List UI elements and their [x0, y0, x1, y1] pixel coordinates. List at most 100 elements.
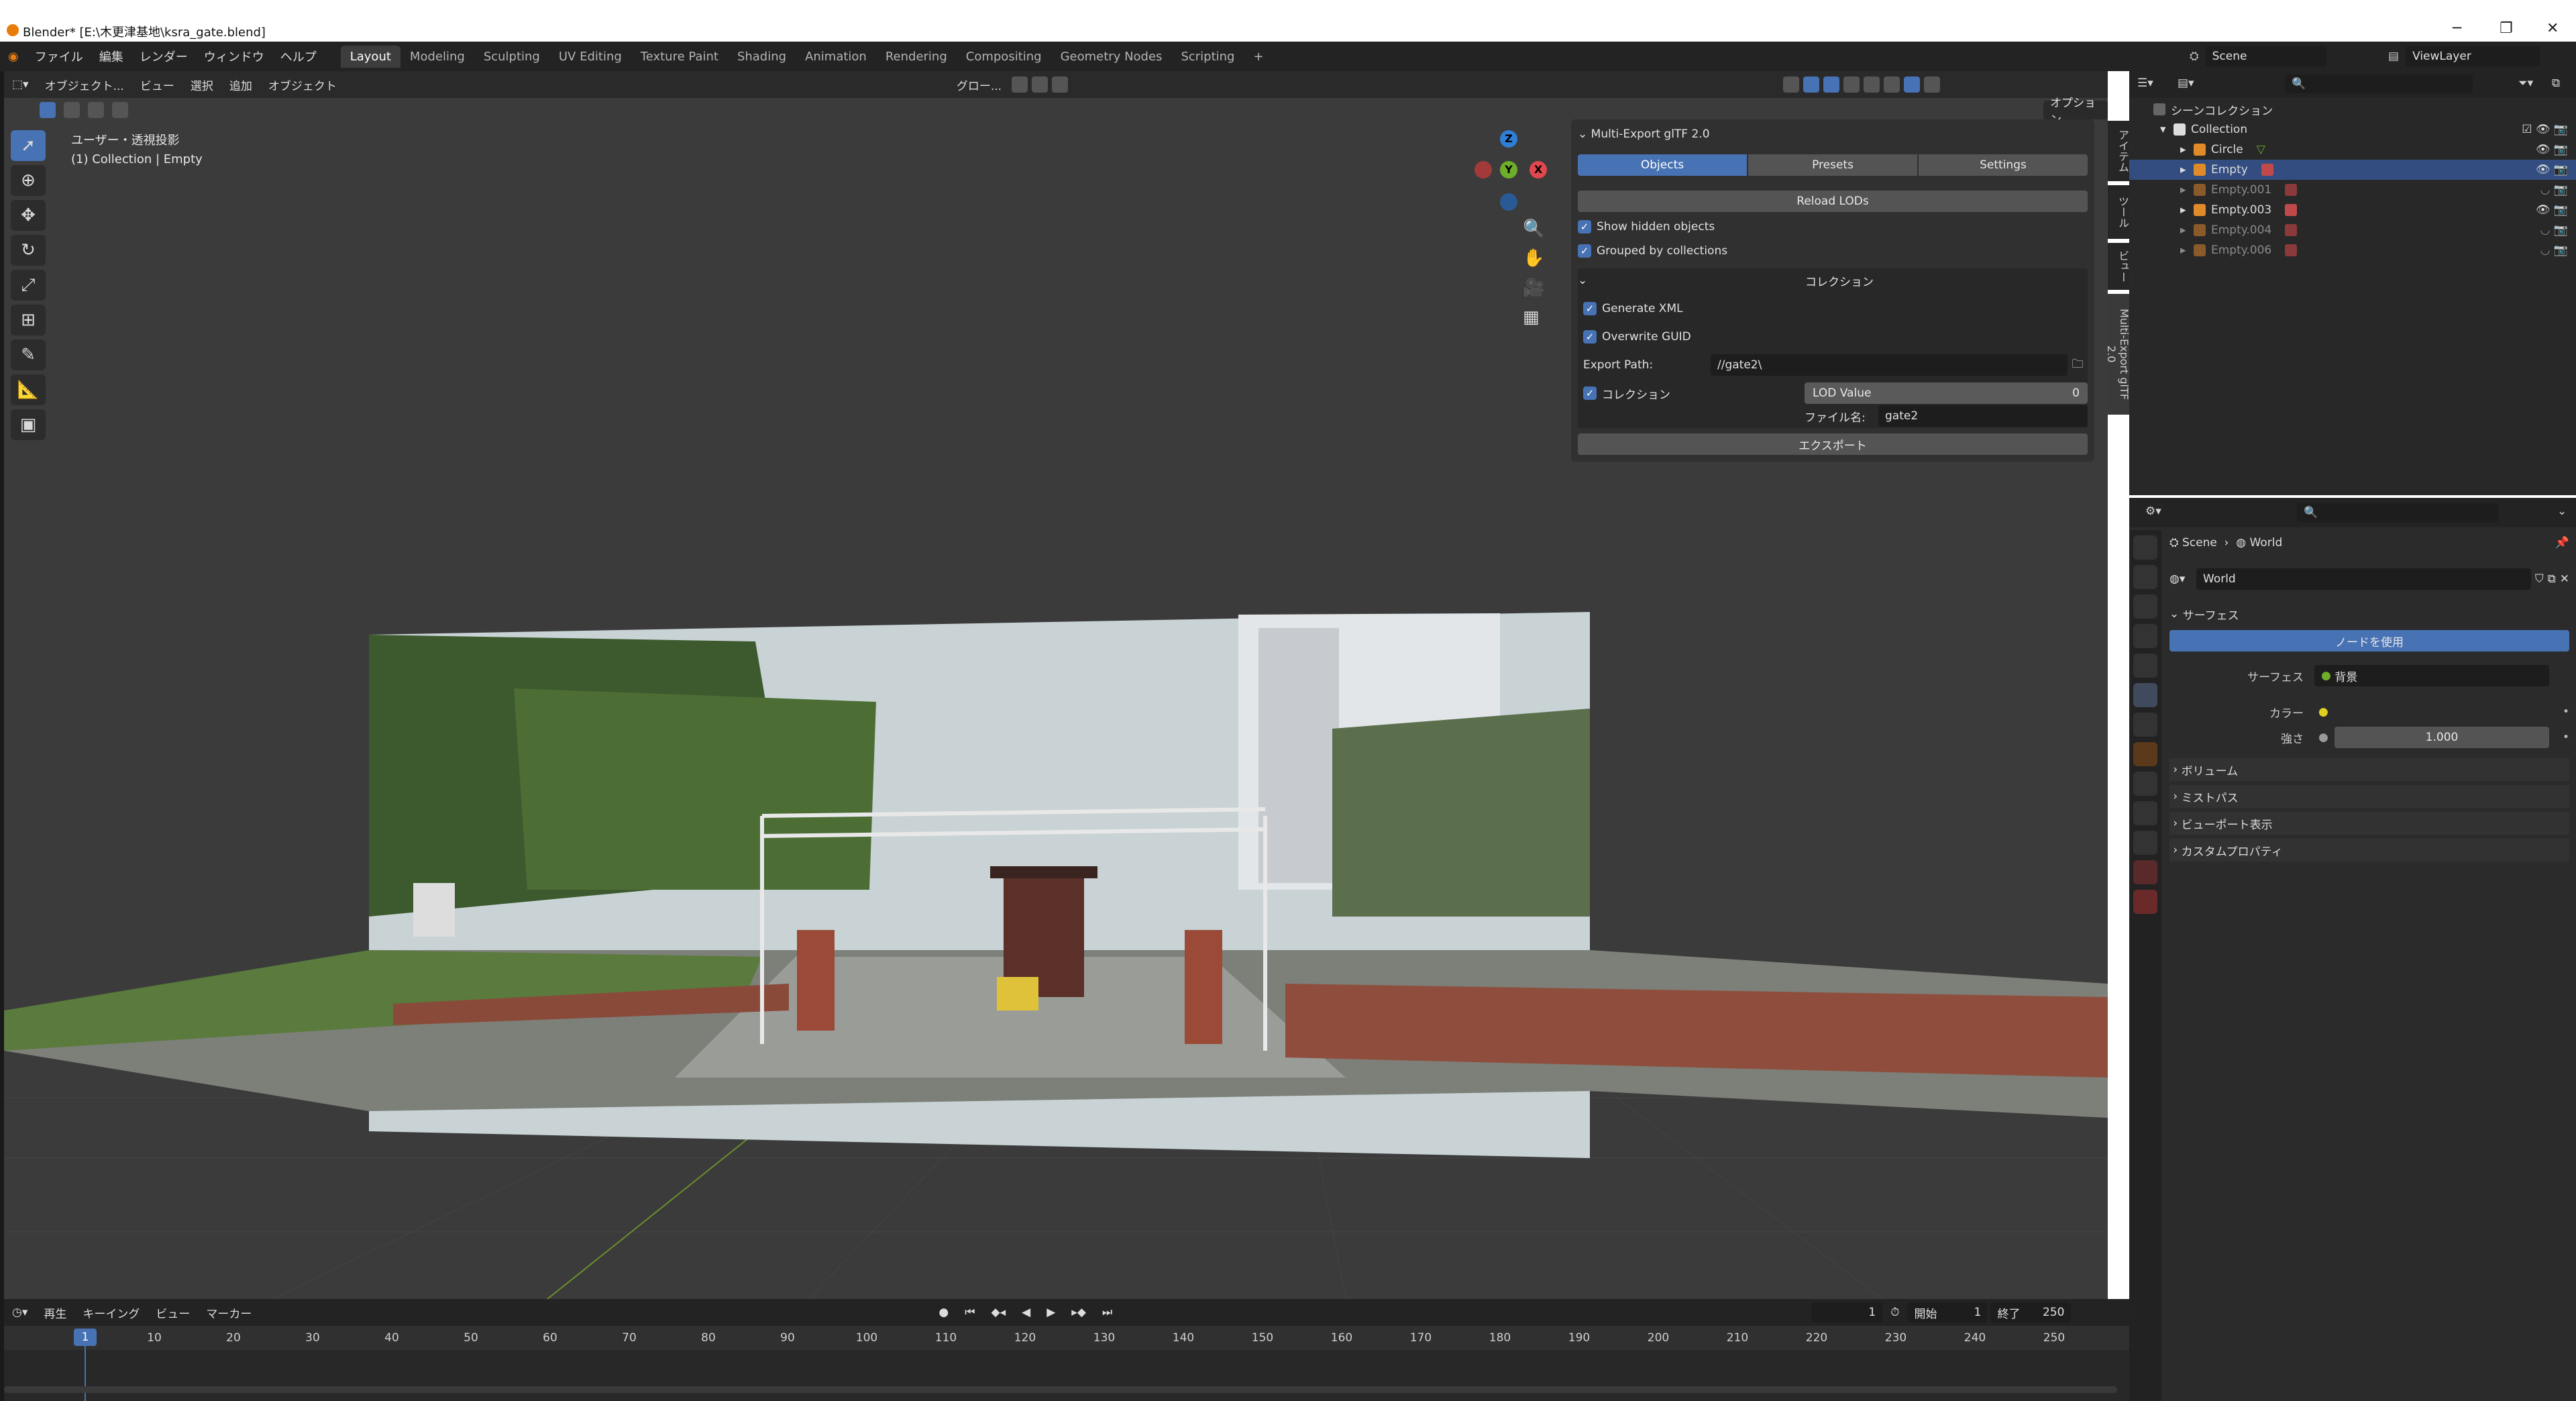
- strength-socket-icon[interactable]: ●: [2318, 731, 2328, 744]
- scene-field[interactable]: Scene: [2205, 46, 2326, 66]
- pin-icon[interactable]: 📌: [2555, 536, 2569, 550]
- jump-end-icon[interactable]: ⏭: [1094, 1303, 1120, 1322]
- add-cube-tool[interactable]: ▣: [11, 409, 46, 440]
- object-properties-icon[interactable]: [2133, 742, 2157, 766]
- menu-window[interactable]: ウィンドウ: [196, 48, 272, 65]
- gizmo-x-axis[interactable]: X: [1529, 161, 1547, 178]
- panel-title-row[interactable]: ⌄ Multi-Export glTF 2.0: [1578, 123, 2088, 145]
- close-button[interactable]: ✕: [2546, 20, 2559, 37]
- menu-select[interactable]: 選択: [182, 74, 221, 96]
- display-mode-icon[interactable]: ▤▾: [2178, 76, 2194, 90]
- shading-rendered-icon[interactable]: [1924, 76, 1941, 93]
- transform-orientation[interactable]: グロー...: [949, 74, 1010, 96]
- item-hidden-icons[interactable]: ◡ 📷: [2540, 183, 2568, 197]
- playhead[interactable]: 1: [74, 1329, 97, 1346]
- select-extend-icon[interactable]: [64, 102, 80, 118]
- tool-properties-icon[interactable]: [2133, 535, 2157, 560]
- section-chevron-icon[interactable]: ⌄: [2169, 607, 2183, 621]
- tab-texture-paint[interactable]: Texture Paint: [631, 46, 728, 68]
- folder-icon[interactable]: 🗀: [2068, 356, 2088, 375]
- next-keyframe-icon[interactable]: ▸◆: [1063, 1303, 1094, 1322]
- texture-properties-icon[interactable]: [2133, 890, 2157, 914]
- timeline-editor-type-icon[interactable]: ◷▾: [4, 1303, 36, 1322]
- expand-arrow-icon[interactable]: ▸: [2180, 143, 2194, 156]
- tab-compositing[interactable]: Compositing: [957, 46, 1051, 68]
- properties-search-input[interactable]: 🔍: [2297, 503, 2498, 522]
- expand-arrow-icon[interactable]: ▸: [2180, 244, 2194, 257]
- properties-options-icon[interactable]: ⌄: [2557, 505, 2567, 518]
- item-visibility-icons[interactable]: 👁 📷: [2536, 163, 2568, 176]
- tab-uv-editing[interactable]: UV Editing: [549, 46, 631, 68]
- expand-arrow-icon[interactable]: ▸: [2180, 203, 2194, 217]
- measure-tool[interactable]: 📐: [11, 374, 46, 405]
- show-hidden-checkbox[interactable]: ✓: [1578, 220, 1591, 234]
- world-fake-user-icon[interactable]: ⛉: [2535, 572, 2544, 586]
- move-tool[interactable]: ✥: [11, 200, 46, 231]
- menu-keying[interactable]: キーイング: [74, 1302, 148, 1324]
- mist-section[interactable]: › ミストパス: [2169, 785, 2569, 808]
- camera-view-icon[interactable]: 🎥: [1523, 278, 1544, 298]
- tab-shading[interactable]: Shading: [728, 46, 796, 68]
- collapse-chevron-icon[interactable]: ⌄: [1578, 127, 1591, 141]
- sidetab-tool[interactable]: ツール: [2108, 185, 2131, 239]
- play-reverse-icon[interactable]: ◀: [1014, 1303, 1038, 1322]
- transform-tool[interactable]: ⊞: [11, 305, 46, 335]
- shading-material-icon[interactable]: [1904, 76, 1921, 93]
- collection-checkbox[interactable]: ✓: [1583, 386, 1597, 400]
- outliner-search-input[interactable]: 🔍: [2285, 74, 2473, 93]
- show-hidden-row[interactable]: ✓ Show hidden objects: [1578, 216, 2088, 238]
- overwrite-guid-checkbox[interactable]: ✓: [1583, 330, 1597, 344]
- physics-properties-icon[interactable]: [2133, 801, 2157, 825]
- pivot-icon[interactable]: [1012, 76, 1028, 93]
- sidetab-multi-export[interactable]: Multi-Export glTF 2.0: [2105, 294, 2131, 415]
- end-frame-field[interactable]: 終了 250: [1990, 1302, 2072, 1322]
- snap-icon[interactable]: [1032, 76, 1049, 93]
- select-new-icon[interactable]: [40, 102, 56, 118]
- tab-presets[interactable]: Presets: [1748, 154, 1917, 176]
- strength-keyframe-icon[interactable]: •: [2563, 731, 2569, 744]
- color-socket-icon[interactable]: ●: [2318, 705, 2328, 719]
- sidetab-item[interactable]: アイテム: [2108, 121, 2131, 181]
- expand-arrow-icon[interactable]: ▸: [2180, 183, 2194, 197]
- blender-menu-icon[interactable]: ◉: [0, 50, 27, 64]
- menu-object[interactable]: オブジェクト: [260, 74, 345, 96]
- tab-modeling[interactable]: Modeling: [400, 46, 474, 68]
- outliner-item-empty[interactable]: ▸ Empty 👁 📷: [2129, 160, 2576, 180]
- outliner-item-circle[interactable]: ▸ Circle ▽ 👁 📷: [2129, 140, 2576, 160]
- generate-xml-checkbox[interactable]: ✓: [1583, 302, 1597, 315]
- generate-xml-row[interactable]: ✓ Generate XML: [1583, 298, 2088, 319]
- render-properties-icon[interactable]: [2133, 565, 2157, 589]
- jump-start-icon[interactable]: ⏮: [957, 1303, 983, 1322]
- tab-rendering[interactable]: Rendering: [876, 46, 957, 68]
- modifier-properties-icon[interactable]: [2133, 772, 2157, 796]
- scene-properties-icon[interactable]: [2133, 654, 2157, 678]
- menu-file[interactable]: ファイル: [27, 48, 91, 65]
- tab-animation[interactable]: Animation: [796, 46, 876, 68]
- menu-render[interactable]: レンダー: [131, 48, 196, 65]
- export-path-field[interactable]: //gate2\: [1711, 354, 2068, 376]
- select-intersect-icon[interactable]: [112, 102, 128, 118]
- sidetab-view[interactable]: ビュー: [2108, 243, 2131, 290]
- reload-lods-button[interactable]: Reload LODs: [1578, 191, 2088, 212]
- outliner-item-empty-003[interactable]: ▸ Empty.003 👁 📷: [2129, 200, 2576, 220]
- grid-perspective-icon[interactable]: ▦: [1523, 307, 1544, 327]
- world-name-field[interactable]: World: [2196, 568, 2531, 590]
- expand-arrow-icon[interactable]: ▾: [2160, 123, 2174, 136]
- section-chevron-icon[interactable]: ›: [2169, 817, 2182, 830]
- collection-chevron-icon[interactable]: ⌄: [1578, 274, 1591, 287]
- outliner-editor-type-icon[interactable]: ☰▾: [2137, 76, 2153, 90]
- start-frame-field[interactable]: 開始 1: [1907, 1302, 1988, 1322]
- grouped-row[interactable]: ✓ Grouped by collections: [1578, 240, 2088, 262]
- tab-layout[interactable]: Layout: [340, 45, 400, 68]
- shading-wireframe-icon[interactable]: [1864, 76, 1880, 93]
- properties-editor-type-icon[interactable]: ⚙▾: [2145, 505, 2161, 518]
- minimize-button[interactable]: ─: [2453, 20, 2461, 37]
- section-chevron-icon[interactable]: ›: [2169, 790, 2182, 803]
- expand-arrow-icon[interactable]: ▸: [2180, 223, 2194, 237]
- mode-selector[interactable]: オブジェクト...: [37, 74, 132, 96]
- filename-field[interactable]: gate2: [1878, 405, 2088, 427]
- custom-properties-section[interactable]: › カスタムプロパティ: [2169, 839, 2569, 862]
- scale-tool[interactable]: ⤢: [11, 270, 46, 301]
- timeline-ruler[interactable]: 10 20 30 40 50 60 70 80 90 100 110 120 1…: [4, 1326, 2129, 1350]
- collection-visibility-icons[interactable]: ☑ 👁 📷: [2522, 123, 2568, 136]
